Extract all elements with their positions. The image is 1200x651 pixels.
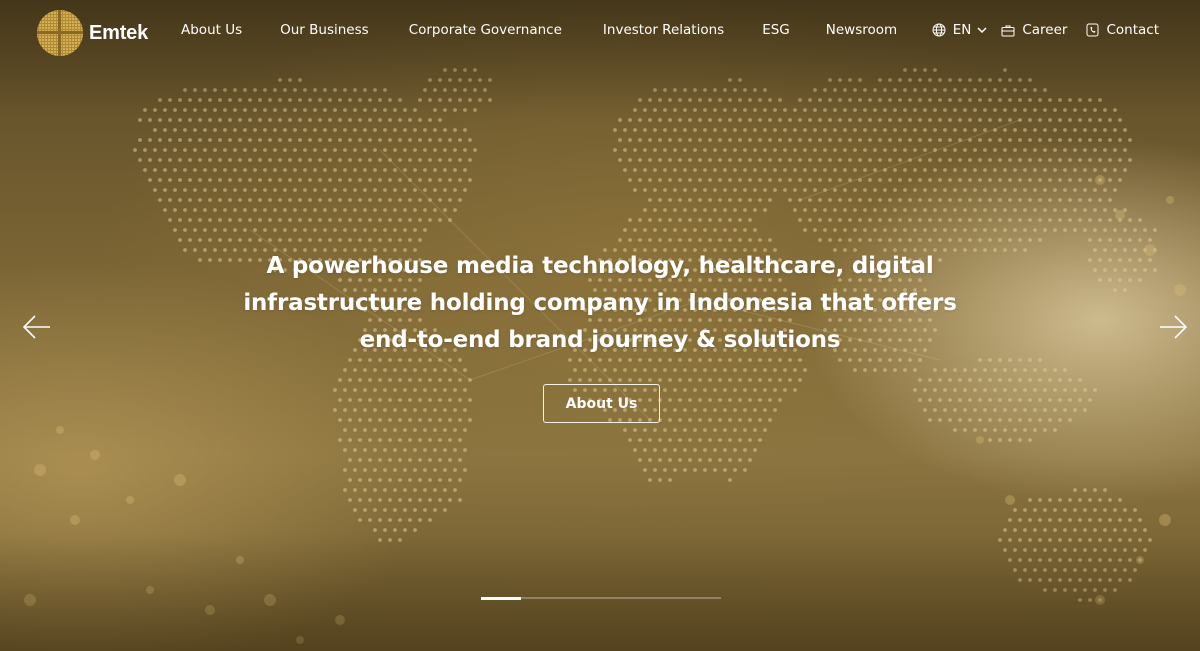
utility-nav: EN Career Contact: [932, 22, 1159, 38]
hero-headline-line-1: A powerhouse media technology, healthcar…: [266, 253, 934, 279]
main-nav: About Us Our Business Corporate Governan…: [181, 22, 897, 38]
slide-indicator[interactable]: [681, 597, 721, 599]
slide-indicator[interactable]: [601, 597, 641, 599]
language-label: EN: [952, 22, 972, 38]
hero-headline-line-3: end-to-end brand journey & solutions: [359, 327, 841, 353]
slide-indicator[interactable]: [561, 597, 601, 599]
language-selector[interactable]: EN: [932, 22, 988, 38]
nav-about-us[interactable]: About Us: [181, 22, 242, 38]
arrow-left-icon[interactable]: [22, 314, 52, 340]
slider-pagination: [481, 596, 721, 600]
briefcase-icon: [1001, 25, 1015, 36]
phone-icon: [1086, 23, 1099, 37]
contact-label: Contact: [1106, 22, 1159, 38]
career-link[interactable]: Career: [1001, 22, 1067, 38]
nav-esg[interactable]: ESG: [762, 22, 790, 38]
globe-icon: [932, 23, 946, 37]
hero-headline-line-2: infrastructure holding company in Indone…: [243, 290, 957, 316]
about-us-button[interactable]: About Us: [543, 384, 660, 423]
contact-link[interactable]: Contact: [1086, 22, 1159, 38]
slide-indicator[interactable]: [641, 597, 681, 599]
brand-name: Emtek: [89, 21, 149, 44]
emtek-logo-icon: [37, 10, 83, 56]
hero-headline: A powerhouse media technology, healthcar…: [200, 248, 1000, 359]
arrow-right-icon[interactable]: [1158, 314, 1188, 340]
chevron-down-icon: [977, 27, 987, 33]
career-label: Career: [1022, 22, 1068, 38]
brand-logo[interactable]: Emtek: [36, 9, 148, 57]
nav-our-business[interactable]: Our Business: [280, 22, 369, 38]
slide-indicator[interactable]: [521, 597, 561, 599]
nav-investor-relations[interactable]: Investor Relations: [603, 22, 724, 38]
site-header: Emtek About Us Our Business Corporate Go…: [0, 0, 1200, 66]
nav-corporate-governance[interactable]: Corporate Governance: [409, 22, 562, 38]
slide-indicator[interactable]: [481, 596, 521, 600]
nav-newsroom[interactable]: Newsroom: [826, 22, 897, 38]
